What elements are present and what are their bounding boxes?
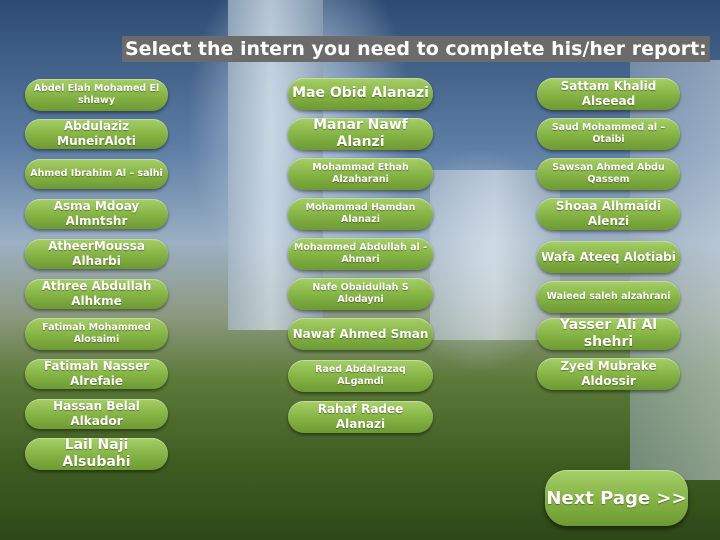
intern-button[interactable]: Ahmed Ibrahim Al – salhi	[25, 159, 168, 189]
intern-button[interactable]: Manar Nawf Alanzi	[288, 117, 433, 150]
intern-button[interactable]: Fatimah Nasser Alrefaie	[25, 359, 168, 389]
intern-button[interactable]: AtheerMoussa Alharbi	[25, 239, 168, 269]
intern-button[interactable]: Saud Mohammed al – Otaibi	[537, 118, 680, 150]
intern-button[interactable]: Abdel Elah Mohamed El shlawy	[25, 79, 168, 111]
intern-button[interactable]: Raed Abdalrazaq ALgamdi	[288, 360, 433, 392]
intern-button[interactable]: Mohammed Abdullah al - Ahmari	[288, 238, 433, 270]
intern-button[interactable]: Mae Obid Alanazi	[288, 78, 433, 110]
intern-button[interactable]: Rahaf Radee Alanazi	[288, 401, 433, 433]
intern-button[interactable]: Yasser Ali Al shehri	[537, 317, 680, 350]
intern-button[interactable]: Athree Abdullah Alhkme	[25, 279, 168, 309]
intern-button[interactable]: Nafe Obaidullah S Alodayni	[288, 278, 433, 310]
intern-button[interactable]: Wafa Ateeq Alotiabi	[537, 241, 680, 273]
intern-button[interactable]: Sawsan Ahmed Abdu Qassem	[537, 158, 680, 190]
intern-button[interactable]: Mohammad Hamdan Alanazi	[288, 198, 433, 230]
intern-button[interactable]: Nawaf Ahmed Sman	[288, 318, 433, 350]
intern-button[interactable]: Hassan Belal Alkador	[25, 399, 168, 429]
intern-button[interactable]: Sattam Khalid Alseead	[537, 78, 680, 110]
intern-button[interactable]: Zyed Mubrake Aldossir	[537, 358, 680, 390]
intern-button[interactable]: Abdulaziz MuneirAloti	[25, 119, 168, 149]
page-title: Select the intern you need to complete h…	[122, 36, 710, 62]
intern-button[interactable]: Shoaa Alhmaidi Alenzi	[537, 198, 680, 230]
intern-button[interactable]: Lail Naji Alsubahi	[25, 437, 168, 470]
next-page-button[interactable]: Next Page >>	[545, 470, 688, 526]
intern-button[interactable]: Asma Mdoay Almntshr	[25, 199, 168, 229]
intern-button[interactable]: Fatimah Mohammed Alosaimi	[25, 318, 168, 350]
intern-button[interactable]: Waleed saleh alzahrani	[537, 281, 680, 313]
intern-button[interactable]: Mohammad Ethah Alzaharani	[288, 158, 433, 190]
